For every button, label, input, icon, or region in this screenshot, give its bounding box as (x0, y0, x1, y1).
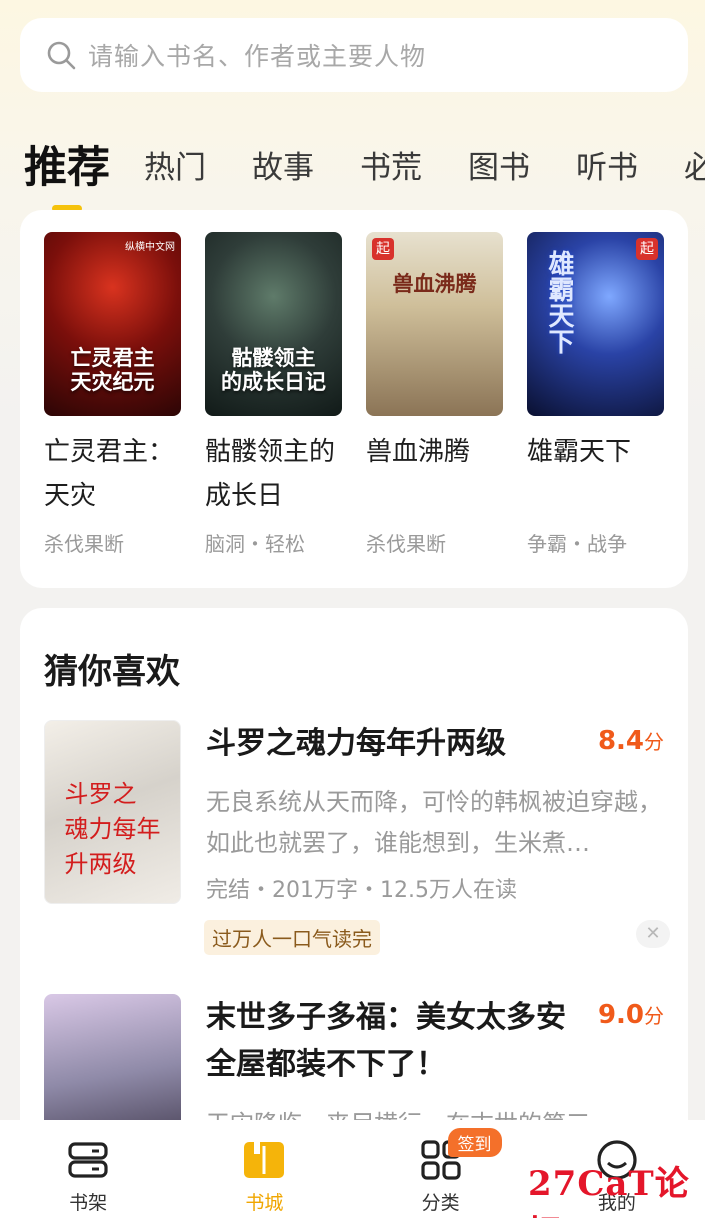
nav-label: 书城 (245, 1192, 284, 1214)
dismiss-icon[interactable]: ✕ (636, 920, 670, 948)
sign-in-badge[interactable]: 签到 (447, 1128, 502, 1157)
book-score: 9.0分 (598, 1000, 664, 1030)
bookshelf-icon (68, 1142, 108, 1178)
book-score: 8.4分 (598, 726, 664, 756)
bookstore-icon (244, 1142, 285, 1178)
search-placeholder: 请输入书名、作者或主要人物 (88, 42, 427, 71)
tab-book-shortage[interactable]: 书荒 (360, 138, 422, 198)
watermark-text: 27CaT论坛 (528, 1164, 690, 1218)
nav-label: 书架 (69, 1192, 108, 1214)
nav-label: 分类 (421, 1192, 460, 1214)
book-tags: 脑洞・轻松 (205, 532, 305, 556)
book-cover[interactable]: 纵横中文网 亡灵君主 天灾纪元 (44, 232, 181, 416)
book-tags: 争霸・战争 (527, 532, 627, 556)
cover-brand: 纵横中文网 (125, 242, 175, 253)
book-tags: 杀伐果断 (44, 532, 124, 556)
tab-audiobooks[interactable]: 听书 (576, 138, 638, 198)
book-title[interactable]: 骷髅领主的成长日 (205, 430, 342, 518)
bookstore-screen: 请输入书名、作者或主要人物 推荐 热门 故事 书荒 图书 听书 必 纵横中文网 … (0, 0, 705, 1218)
featured-books-card: 纵横中文网 亡灵君主 天灾纪元 亡灵君主：天灾 杀伐果断 骷髅领主 的成长日记 … (20, 210, 688, 588)
cover-title: 亡灵君主 天灾纪元 (70, 346, 155, 394)
score-value: 9.0 (597, 1000, 644, 1030)
score-unit: 分 (644, 730, 664, 754)
book-title[interactable]: 亡灵君主：天灾 (44, 430, 181, 518)
nav-bookstore[interactable]: 书城 (176, 1120, 352, 1218)
book-card[interactable]: 纵横中文网 亡灵君主 天灾纪元 亡灵君主：天灾 杀伐果断 (44, 232, 181, 557)
book-description: 无良系统从天而降，可怜的韩枫被迫穿越，如此也就罢了，谁能想到，生米煮… (206, 788, 662, 857)
qidian-badge: 起 (636, 238, 658, 260)
book-card[interactable]: 骷髅领主 的成长日记 骷髅领主的成长日 脑洞・轻松 (205, 232, 342, 557)
category-tabs: 推荐 热门 故事 书荒 图书 听书 必 (24, 118, 705, 212)
book-title[interactable]: 斗罗之魂力每年升两级 (206, 720, 576, 767)
nav-category[interactable]: 签到 分类 (353, 1120, 529, 1218)
tab-books[interactable]: 图书 (468, 138, 530, 198)
tab-recommend[interactable]: 推荐 (24, 138, 110, 212)
book-tags: 杀伐果断 (366, 532, 446, 556)
book-meta: 完结・201万字・12.5万人在读 (206, 878, 517, 903)
tab-must-read[interactable]: 必 (684, 138, 705, 198)
qidian-badge: 起 (372, 238, 394, 260)
search-bar[interactable]: 请输入书名、作者或主要人物 (20, 18, 688, 92)
cover-title: 斗罗之 魂力每年 升两级 (64, 780, 161, 878)
recommend-chip: 过万人一口气读完 (204, 920, 380, 955)
score-value: 8.4 (597, 726, 644, 756)
book-title[interactable]: 兽血沸腾 (366, 430, 503, 518)
nav-bookshelf[interactable]: 书架 (0, 1120, 176, 1218)
section-title: 猜你喜欢 (44, 652, 180, 692)
cover-title: 兽血沸腾 (392, 272, 477, 296)
book-cover[interactable]: 起 兽血沸腾 (366, 232, 503, 416)
book-card[interactable]: 起 兽血沸腾 兽血沸腾 杀伐果断 (366, 232, 503, 557)
cover-title: 雄霸天下 (544, 250, 574, 354)
book-title[interactable]: 雄霸天下 (527, 430, 664, 518)
book-cover[interactable]: 起 雄霸天下 (527, 232, 664, 416)
book-title[interactable]: 末世多子多福：美女太多安全屋都装不下了！ (206, 994, 576, 1088)
book-cover[interactable]: 骷髅领主 的成长日记 (205, 232, 342, 416)
cover-title: 骷髅领主 的成长日记 (221, 346, 326, 394)
book-cover[interactable]: 斗罗之 魂力每年 升两级 (44, 720, 181, 904)
score-unit: 分 (644, 1004, 664, 1028)
book-card[interactable]: 起 雄霸天下 雄霸天下 争霸・战争 (527, 232, 664, 557)
tab-hot[interactable]: 热门 (144, 138, 206, 198)
tab-story[interactable]: 故事 (252, 138, 314, 198)
search-icon (47, 41, 76, 70)
